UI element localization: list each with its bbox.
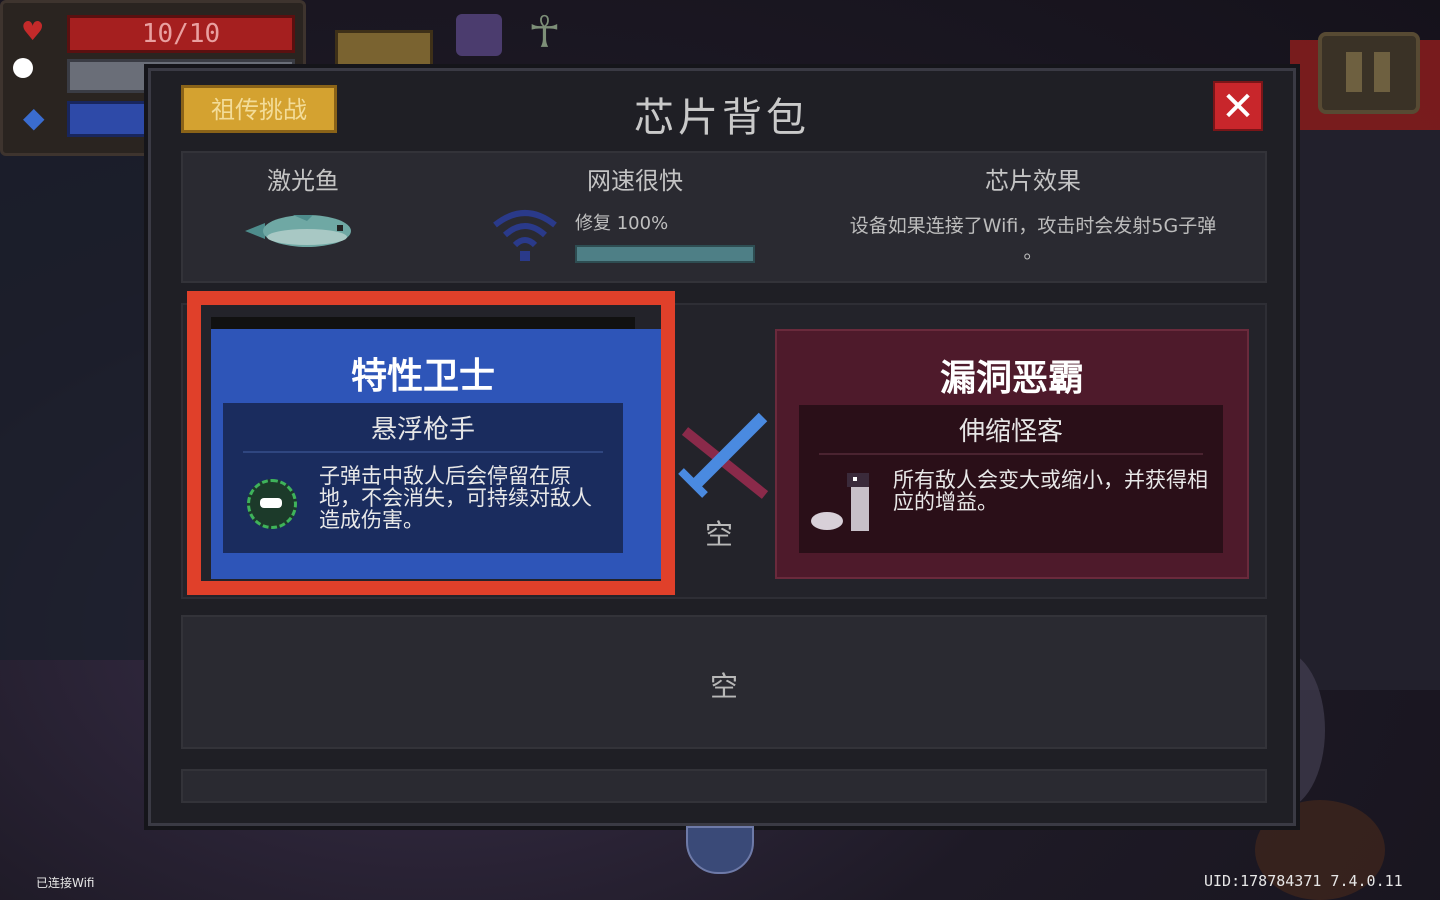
- repair-status: 修复 100%: [575, 213, 669, 234]
- health-value: 10/10: [141, 19, 221, 49]
- chip-effect-dot: 。: [1023, 241, 1043, 263]
- bottom-slot-strip[interactable]: [181, 769, 1267, 803]
- background-floor: [0, 140, 150, 660]
- floating-bullet-icon: [247, 479, 297, 529]
- empty-slot-label: 空: [705, 518, 734, 551]
- dialog-title: 芯片背包: [634, 95, 810, 141]
- pause-button[interactable]: [1318, 32, 1420, 114]
- challenge-selection-area: 特性卫士 悬浮枪手 子弹击中敌人后会停留在原地，不会消失，可持续对敌人造成伤害。…: [181, 291, 1267, 599]
- wifi-status-text: 已连接Wifi: [36, 876, 95, 890]
- chip-effect-description: 设备如果连接了Wifi，攻击时会发射5G子弹 。: [823, 213, 1243, 265]
- stretch-monster-icon: [811, 473, 869, 531]
- background-right-wall: [1290, 130, 1440, 690]
- mana-diamond-icon: ◆: [23, 101, 45, 134]
- card-divider: [819, 453, 1203, 455]
- chip-effect-label: 芯片效果: [985, 167, 1081, 195]
- stretch-freak-subtitle: 伸缩怪客: [958, 417, 1063, 447]
- trait-guardian-card[interactable]: 特性卫士 悬浮枪手 子弹击中敌人后会停留在原地，不会消失，可持续对敌人造成伤害。: [211, 329, 635, 555]
- repair-progress-bar: [575, 245, 755, 263]
- bug-bully-body: 伸缩怪客 所有敌人会变大或缩小，并获得相应的增益。: [799, 405, 1223, 553]
- skill-orb-icon[interactable]: [686, 826, 754, 874]
- card-divider: [243, 451, 603, 453]
- bug-bully-title: 漏洞恶霸: [939, 358, 1084, 399]
- close-button[interactable]: ✕: [1213, 81, 1263, 131]
- chip-effect-text: 设备如果连接了Wifi，攻击时会发射5G子弹: [849, 215, 1217, 237]
- trait-guardian-body: 悬浮枪手 子弹击中敌人后会停留在原地，不会消失，可持续对敌人造成伤害。: [223, 403, 623, 553]
- chip-info-panel: 激光鱼 网速很快 修复 100% 芯片效果 设备如果连接了Wifi，攻击时会发射…: [181, 151, 1267, 283]
- crossed-swords-icon: [678, 412, 769, 499]
- ninja-buff-icon: [456, 14, 502, 56]
- chip-name: 激光鱼: [267, 167, 339, 195]
- network-speed-label: 网速很快: [587, 167, 683, 195]
- trait-guardian-title: 特性卫士: [350, 356, 495, 397]
- ankh-icon: ☥: [528, 7, 561, 58]
- health-bar: 10/10: [67, 15, 295, 53]
- floating-gunner-description: 子弹击中敌人后会停留在原地，不会消失，可持续对敌人造成伤害。: [319, 464, 592, 532]
- heart-icon: ♥: [21, 17, 45, 47]
- blue-card-header-strip: [211, 317, 635, 329]
- shield-icon: [13, 58, 33, 78]
- wifi-icon: [493, 210, 557, 261]
- chip-backpack-dialog: 祖传挑战 芯片背包 ✕ 激光鱼 网速很快 修复 100% 芯片效果 设备如果连接…: [148, 68, 1296, 826]
- empty-slot-label: 空: [709, 670, 738, 703]
- uid-version-text: UID:178784371 7.4.0.11: [1204, 872, 1403, 890]
- bug-bully-card[interactable]: 漏洞恶霸 伸缩怪客 所有敌人会变大或缩小，并获得相应的增益。: [775, 329, 1249, 579]
- stretch-freak-description: 所有敌人会变大或缩小，并获得相应的增益。: [893, 468, 1208, 514]
- floating-gunner-subtitle: 悬浮枪手: [370, 415, 475, 445]
- empty-chip-slot[interactable]: 空: [181, 615, 1267, 749]
- laser-fish-icon: [245, 215, 351, 247]
